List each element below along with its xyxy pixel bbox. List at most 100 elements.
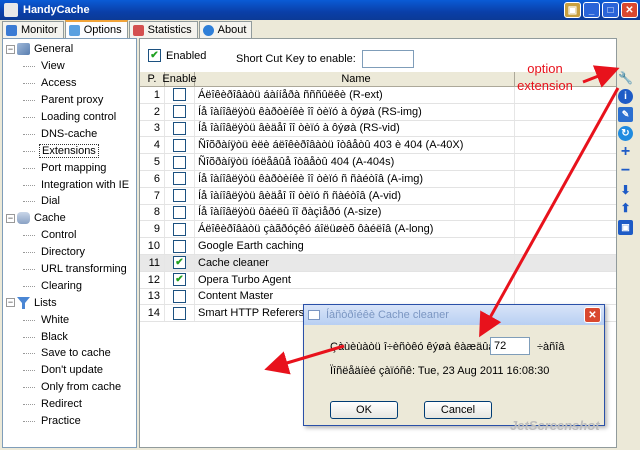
about-icon [202, 24, 214, 36]
col-name[interactable]: Name [195, 72, 515, 86]
row-extra [515, 255, 616, 271]
row-enable-checkbox[interactable] [173, 306, 186, 320]
collapse-icon[interactable]: − [6, 213, 15, 223]
table-row[interactable]: 13 Content Master [140, 288, 616, 306]
tree-item-dial[interactable]: Dial [3, 193, 136, 210]
table-row[interactable]: 12 ✔ Opera Turbo Agent [140, 271, 616, 289]
table-row[interactable]: 3 Íå îàíîâëÿòü âèäåî îî òèïó à ôýøà (RS-v… [140, 120, 616, 138]
tree-item-loading-control[interactable]: Loading control [3, 109, 136, 126]
collapse-icon[interactable]: − [6, 298, 15, 308]
tree-item-access[interactable]: Access [3, 75, 136, 92]
row-priority: 5 [140, 154, 165, 170]
row-name: Íå îàíîâëÿòü âèäåî îî òèïó ñ ñàéòîâ (A-v… [195, 187, 515, 204]
options-icon [68, 24, 80, 36]
collapse-icon[interactable]: − [6, 44, 15, 54]
row-enable-checkbox[interactable] [173, 289, 186, 303]
row-extra [515, 289, 616, 305]
table-row[interactable]: 2 Íå îàíîâëÿòü êàðòèíêè îî òèïó à ôýøà (R… [140, 103, 616, 121]
remove-icon[interactable]: − [618, 162, 633, 179]
wrench-icon[interactable]: 🔧 [618, 70, 633, 85]
tree-group-general[interactable]: − General [3, 41, 136, 58]
row-enable-checkbox[interactable] [173, 239, 186, 253]
table-row[interactable]: 11 ✔ Cache cleaner [140, 254, 616, 272]
row-enable-checkbox[interactable] [173, 155, 186, 169]
tab-monitor[interactable]: Monitor [2, 21, 64, 38]
row-enable-checkbox[interactable]: ✔ [173, 256, 186, 270]
tree-item-url-transforming[interactable]: URL transforming [3, 261, 136, 278]
row-priority: 2 [140, 103, 165, 120]
tree-item-port-mapping[interactable]: Port mapping [3, 159, 136, 176]
row-enable-checkbox[interactable] [173, 189, 186, 203]
row-enable-cell [165, 103, 195, 120]
move-up-icon[interactable]: ⬆ [618, 201, 633, 216]
row-name: Áëîêèðîâàòü áàííåðà ñññûëêè (R-ext) [195, 87, 515, 103]
tab-options[interactable]: Options [64, 20, 128, 38]
tree-item-clearing[interactable]: Clearing [3, 277, 136, 294]
add-icon[interactable]: + [618, 143, 633, 160]
move-down-icon[interactable]: ⬇ [618, 182, 633, 197]
tree-item-dont-update[interactable]: Don't update [3, 362, 136, 379]
row-name: Content Master [195, 288, 515, 305]
tree-item-black[interactable]: Black [3, 328, 136, 345]
row-enable-checkbox[interactable] [173, 121, 186, 135]
row-extra [515, 104, 616, 120]
dialog-close-button[interactable]: ✕ [584, 307, 601, 323]
tree-item-view[interactable]: View [3, 58, 136, 75]
enabled-checkbox[interactable]: ✔ [148, 49, 161, 62]
table-row[interactable]: 7 Íå îàíîâëÿòü âèäåî îî òèïó ñ ñàéòîâ (A-… [140, 187, 616, 205]
table-row[interactable]: 8 Íå îàíîâëÿòü ôàéëû îî ðàçìåðó (A-size) [140, 204, 616, 222]
row-priority: 11 [140, 254, 165, 271]
table-row[interactable]: 6 Íå îàíîâëÿòü êàðòèíêè îî òèïó ñ ñàéòîâ … [140, 170, 616, 188]
tree-item-dns-cache[interactable]: DNS-cache [3, 125, 136, 142]
pin-icon[interactable]: ▣ [564, 2, 581, 18]
tree-item-practice[interactable]: Practice [3, 413, 136, 430]
refresh-icon[interactable]: ↻ [618, 126, 633, 142]
row-extra [515, 154, 616, 170]
tree-item-integration-ie[interactable]: Integration with IE [3, 176, 136, 193]
row-enable-cell [165, 305, 195, 322]
tree-item-save-to-cache[interactable]: Save to cache [3, 345, 136, 362]
tree-item-directory[interactable]: Directory [3, 244, 136, 261]
row-enable-checkbox[interactable] [173, 172, 186, 186]
table-row[interactable]: 10 Google Earth caching [140, 238, 616, 255]
cache-icon [17, 212, 30, 225]
tree-group-cache[interactable]: − Cache [3, 210, 136, 227]
tab-about[interactable]: About [198, 21, 253, 38]
maximize-button[interactable]: □ [602, 2, 619, 18]
tree-item-extensions[interactable]: Extensions [3, 142, 136, 159]
row-extra [515, 188, 616, 204]
tree-item-only-from-cache[interactable]: Only from cache [3, 379, 136, 396]
close-button[interactable]: ✕ [621, 2, 638, 18]
row-enable-checkbox[interactable] [173, 88, 186, 102]
row-enable-checkbox[interactable] [173, 222, 186, 236]
col-priority[interactable]: P. [140, 72, 165, 86]
interval-input[interactable]: 72 [490, 337, 530, 355]
row-name: Ñîõðàíÿòü èëè áëîêèðîâàòü îòâåòû 403 è 4… [195, 137, 515, 154]
cancel-button[interactable]: Cancel [424, 401, 492, 419]
info-icon[interactable]: i [618, 88, 633, 104]
col-enable[interactable]: Enable [162, 72, 197, 86]
last-run-text: Ïîñëåäíèé çàïóñê: Tue, 23 Aug 2011 16:08… [330, 365, 550, 377]
enabled-row: ✔ Enabled [148, 49, 206, 62]
row-enable-checkbox[interactable] [173, 205, 186, 219]
row-enable-checkbox[interactable] [173, 138, 186, 152]
row-enable-checkbox[interactable] [173, 105, 186, 119]
tree-item-control[interactable]: Control [3, 227, 136, 244]
row-name: Ñîõðàíÿòü íóëåâûå îòâåòû 404 (A-404s) [195, 154, 515, 170]
tree-group-lists[interactable]: − Lists [3, 294, 136, 311]
tree-item-parent-proxy[interactable]: Parent proxy [3, 92, 136, 109]
shortcut-input[interactable] [361, 50, 414, 68]
tree-item-white[interactable]: White [3, 311, 136, 328]
table-row[interactable]: 9 Áëîêèðîâàòü çàãðóçêó áîëüøèõ ôàéëîâ (A-… [140, 221, 616, 239]
ok-button[interactable]: OK [330, 401, 398, 419]
tree-item-redirect[interactable]: Redirect [3, 396, 136, 413]
minimize-button[interactable]: _ [583, 2, 600, 18]
row-enable-checkbox[interactable]: ✔ [173, 273, 186, 287]
row-extra [515, 137, 616, 153]
edit-icon[interactable]: ✎ [618, 107, 633, 123]
save-icon[interactable]: ▣ [618, 219, 633, 235]
tab-statistics[interactable]: Statistics [128, 21, 198, 38]
row-enable-cell: ✔ [165, 271, 195, 288]
table-row[interactable]: 4 Ñîõðàíÿòü èëè áëîêèðîâàòü îòâåòû 403 è … [140, 137, 616, 155]
table-row[interactable]: 5 Ñîõðàíÿòü íóëåâûå îòâåòû 404 (A-404s) [140, 154, 616, 171]
